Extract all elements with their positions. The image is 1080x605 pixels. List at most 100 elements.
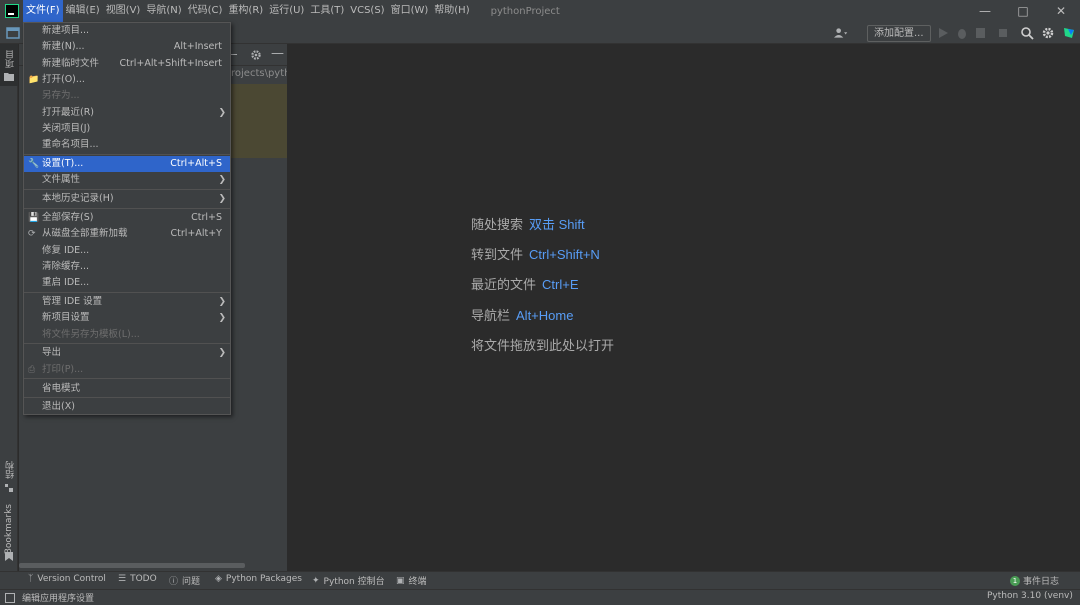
- menu-power-save-mode[interactable]: 省电模式: [24, 381, 230, 397]
- menu-repair-ide[interactable]: 修复 IDE...: [24, 243, 230, 259]
- menu-file-properties[interactable]: 文件属性 ❯: [24, 172, 230, 188]
- menu-item-shortcut: Ctrl+Alt+Shift+Insert: [119, 58, 223, 69]
- structure-tool-tab[interactable]: 结构: [0, 456, 18, 496]
- menu-new-project-settings[interactable]: 新项目设置 ❯: [24, 310, 230, 326]
- minimize-icon[interactable]: —: [966, 0, 1004, 22]
- project-tool-tab[interactable]: 项目: [0, 44, 18, 86]
- title-bar: 文件(F) 编辑(E) 视图(V) 导航(N) 代码(C) 重构(R) 运行(U…: [0, 0, 1080, 22]
- maximize-icon[interactable]: □: [1004, 0, 1042, 22]
- menu-item-shortcut: Ctrl+S: [191, 212, 222, 223]
- project-view-icon[interactable]: [6, 26, 20, 40]
- settings-gear-icon[interactable]: [1041, 26, 1055, 40]
- menu-separator: [24, 397, 230, 398]
- python-console-label: Python 控制台: [323, 577, 385, 587]
- menu-new-scratch-file[interactable]: 新建临时文件 Ctrl+Alt+Shift+Insert: [24, 56, 230, 72]
- menu-item-label: 新建临时文件: [42, 58, 100, 69]
- problems-label: 问题: [182, 577, 201, 587]
- menu-item-label: 从磁盘全部重新加载: [42, 228, 128, 239]
- folder-icon: [4, 73, 14, 81]
- menu-export[interactable]: 导出 ❯: [24, 345, 230, 361]
- event-log-label: 事件日志: [1023, 577, 1060, 587]
- hint-shortcut: Alt+Home: [516, 308, 574, 323]
- menu-file[interactable]: 文件(F): [23, 0, 63, 22]
- version-control-tab[interactable]: ᛉ Version Control: [28, 574, 106, 584]
- run-icon[interactable]: [936, 26, 950, 40]
- menu-item-label: 省电模式: [42, 383, 81, 394]
- menu-item-label: 打开(O)...: [42, 74, 85, 85]
- menu-save-file-as-template: 将文件另存为模板(L)...: [24, 327, 230, 343]
- menu-invalidate-caches[interactable]: 清除缓存...: [24, 259, 230, 275]
- menu-item-label: 管理 IDE 设置: [42, 296, 103, 307]
- submenu-arrow-icon: ❯: [218, 108, 226, 118]
- stop-icon[interactable]: [996, 26, 1010, 40]
- debug-icon[interactable]: [955, 26, 969, 40]
- jetbrains-toolbox-icon[interactable]: [1062, 26, 1076, 40]
- menu-item-label: 修复 IDE...: [42, 245, 90, 256]
- python-packages-tab[interactable]: ◈ Python Packages: [215, 574, 302, 584]
- menu-run[interactable]: 运行(U): [266, 0, 307, 22]
- menu-item-label: 将文件另存为模板(L)...: [42, 329, 140, 340]
- menu-manage-ide-settings[interactable]: 管理 IDE 设置 ❯: [24, 294, 230, 310]
- hint-navigation-bar: 导航栏 Alt+Home: [471, 305, 573, 324]
- menu-item-label: 本地历史记录(H): [42, 193, 114, 204]
- editor-empty-area[interactable]: 随处搜索 双击 Shift 转到文件 Ctrl+Shift+N 最近的文件 Ctrl+…: [287, 44, 1080, 571]
- bookmark-icon: [5, 552, 13, 561]
- menu-rename-project[interactable]: 重命名项目...: [24, 137, 230, 153]
- terminal-label: 终端: [408, 577, 427, 587]
- menu-item-label: 重命名项目...: [42, 139, 99, 150]
- menu-settings[interactable]: 🔧 设置(T)... Ctrl+Alt+S: [24, 156, 230, 172]
- add-configuration-button[interactable]: 添加配置...: [867, 25, 931, 42]
- menu-window[interactable]: 窗口(W): [388, 0, 432, 22]
- branch-icon: ᛉ: [28, 574, 34, 584]
- menu-open-recent[interactable]: 打开最近(R) ❯: [24, 105, 230, 121]
- problems-tab[interactable]: ⓘ 问题: [169, 574, 200, 587]
- menu-separator: [24, 343, 230, 344]
- close-icon[interactable]: ✕: [1042, 0, 1080, 22]
- event-log-tab[interactable]: 1 事件日志: [1010, 574, 1059, 587]
- python-console-tab[interactable]: ✦ Python 控制台: [312, 574, 385, 588]
- hint-shortcut: Ctrl+E: [542, 277, 579, 292]
- menu-navigate[interactable]: 导航(N): [143, 0, 184, 22]
- left-tool-strip: 项目 结构 Bookmarks: [0, 44, 18, 571]
- menu-open[interactable]: 📁 打开(O)...: [24, 72, 230, 88]
- menu-restart-ide[interactable]: 重启 IDE...: [24, 275, 230, 291]
- menu-local-history[interactable]: 本地历史记录(H) ❯: [24, 191, 230, 207]
- menu-exit[interactable]: 退出(X): [24, 399, 230, 415]
- user-account-icon[interactable]: [834, 26, 848, 40]
- horizontal-scrollbar[interactable]: [19, 563, 245, 568]
- hint-text: 转到文件: [471, 247, 524, 262]
- menu-separator: [24, 378, 230, 379]
- submenu-arrow-icon: ❯: [218, 348, 226, 358]
- project-root-path: rojects\pyth: [231, 68, 291, 79]
- menu-item-label: 导出: [42, 347, 62, 358]
- menu-code[interactable]: 代码(C): [185, 0, 226, 22]
- python-interpreter[interactable]: Python 3.10 (venv): [987, 591, 1073, 601]
- status-square-icon[interactable]: [5, 593, 15, 603]
- hint-text: 导航栏: [471, 308, 511, 323]
- printer-icon: ⎙: [28, 365, 36, 375]
- menu-item-label: 新建(N)...: [42, 41, 85, 52]
- menu-refactor[interactable]: 重构(R): [225, 0, 266, 22]
- refresh-icon: ⟳: [28, 229, 36, 239]
- todo-tab[interactable]: ☰ TODO: [118, 574, 157, 584]
- menu-tools[interactable]: 工具(T): [307, 0, 347, 22]
- search-icon[interactable]: [1020, 26, 1034, 40]
- menu-save-all[interactable]: 💾 全部保存(S) Ctrl+S: [24, 210, 230, 226]
- menu-close-project[interactable]: 关闭项目(J): [24, 121, 230, 137]
- menu-separator: [24, 208, 230, 209]
- terminal-tab[interactable]: ▣ 终端: [396, 574, 427, 588]
- hide-panel-icon[interactable]: —: [271, 46, 284, 61]
- menu-vcs[interactable]: VCS(S): [347, 0, 387, 22]
- panel-options-gear-icon[interactable]: [250, 49, 262, 61]
- coverage-icon[interactable]: [974, 26, 988, 40]
- bookmarks-tool-tab[interactable]: Bookmarks: [0, 502, 18, 564]
- menu-help[interactable]: 帮助(H): [431, 0, 472, 22]
- status-bar: 编辑应用程序设置 Python 3.10 (venv): [0, 589, 1080, 605]
- wrench-icon: 🔧: [28, 159, 40, 169]
- menu-new-project[interactable]: 新建项目...: [24, 23, 230, 39]
- menu-new[interactable]: 新建(N)... Alt+Insert: [24, 39, 230, 55]
- menu-edit[interactable]: 编辑(E): [63, 0, 103, 22]
- menu-reload-all-from-disk[interactable]: ⟳ 从磁盘全部重新加载 Ctrl+Alt+Y: [24, 226, 230, 242]
- menu-view[interactable]: 视图(V): [103, 0, 144, 22]
- selected-tree-row[interactable]: [230, 84, 287, 158]
